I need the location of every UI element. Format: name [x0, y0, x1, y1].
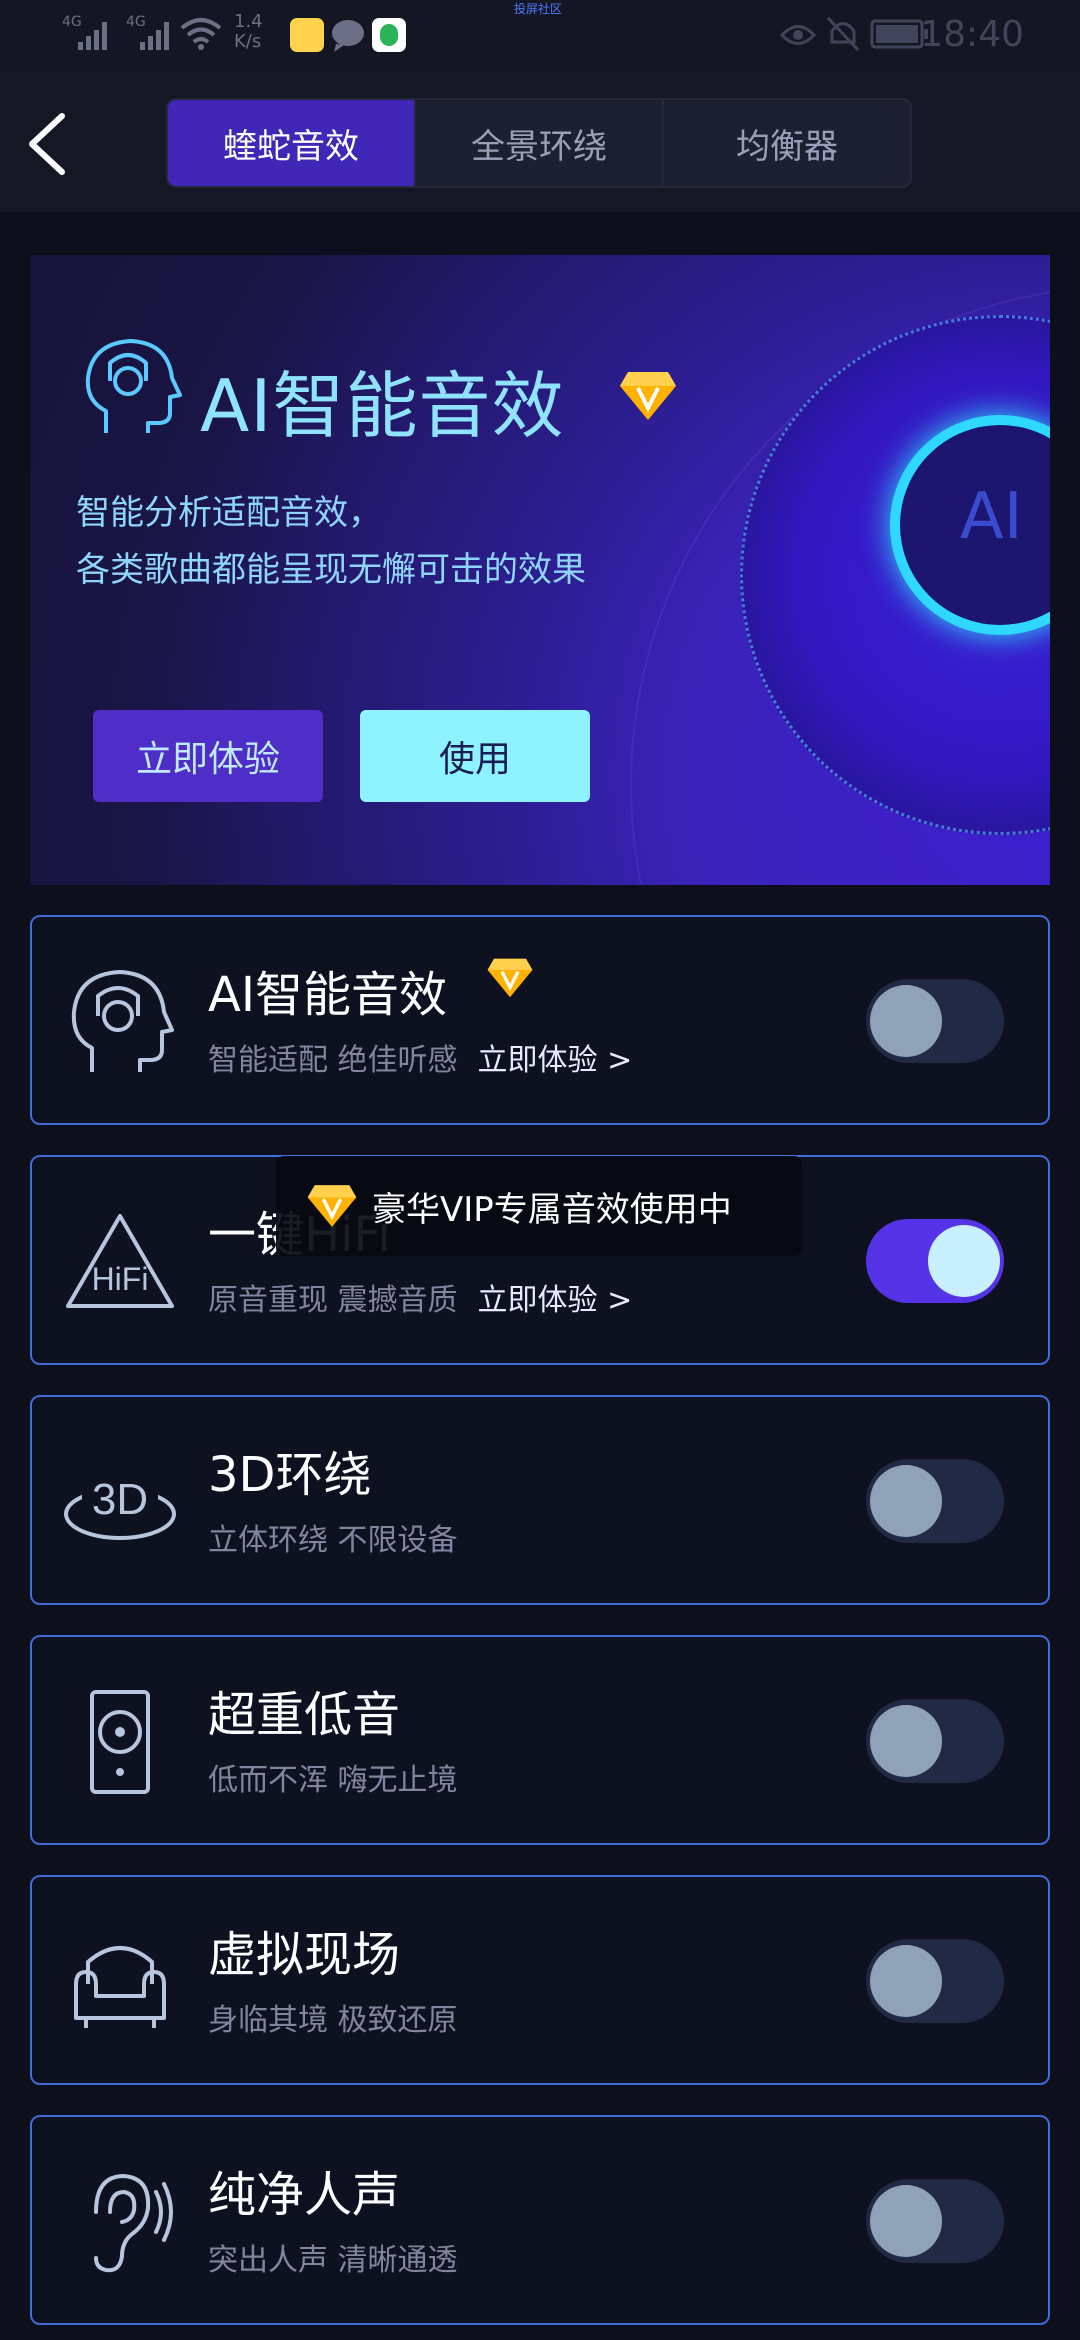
toggle-knob [870, 1705, 942, 1777]
ai-effect-banner: AI AI智能音效 智能分析适配音效， 各类歌曲都能呈现无懈可击的效果 立即体验… [30, 255, 1050, 885]
card-subtitle: 身临其境 极致还原 [208, 2003, 458, 2038]
card-title: 虚拟现场 [208, 1927, 401, 1983]
speed-value: 1.4 [234, 11, 263, 32]
signal-icon [78, 22, 107, 50]
effect-card-virtual-live[interactable]: 虚拟现场 身临其境 极致还原 [30, 1875, 1050, 2085]
card-subtitle: 立体环绕 不限设备 [208, 1523, 458, 1558]
card-subtitle: 突出人声 清晰通透 [208, 2243, 458, 2278]
effect-card-pure-vocals[interactable]: 纯净人声 突出人声 清晰通透 [30, 2115, 1050, 2325]
card-subtitle: 原音重现 震撼音质 立即体验 > [208, 1275, 632, 1319]
vip-diamond-icon [620, 372, 676, 420]
banner-title: AI智能音效 [200, 364, 565, 448]
card-title: 纯净人声 [208, 2167, 401, 2223]
3d-icon-text: 3D [92, 1475, 148, 1524]
notification-app-icon [372, 18, 406, 52]
toggle-switch[interactable] [866, 1699, 1004, 1783]
toggle-switch[interactable] [866, 1939, 1004, 2023]
tab-equalizer[interactable]: 均衡器 [664, 100, 910, 186]
card-subtitle: 低而不浑 嗨无止境 [208, 1763, 458, 1798]
card-title: 超重低音 [208, 1687, 401, 1743]
toggle-switch[interactable] [866, 2179, 1004, 2263]
top-note: 投屏社区 [514, 2, 563, 16]
orb-label: AI [960, 480, 1023, 554]
card-title: AI智能音效 [208, 967, 447, 1023]
vip-diamond-icon [487, 958, 533, 998]
hifi-icon: HiFi [66, 1214, 174, 1308]
card-subtitle-text: 原音重现 震撼音质 [208, 1283, 458, 1318]
sofa-icon [74, 1946, 166, 2028]
app-header: 蝰蛇音效 全景环绕 均衡器 [0, 72, 1080, 212]
banner-desc-line-1: 智能分析适配音效， [76, 493, 382, 533]
ai-head-icon [71, 970, 174, 1072]
vip-toast: 豪华VIP专属音效使用中 [276, 1156, 802, 1256]
toggle-knob [870, 985, 942, 1057]
toggle-knob [870, 1465, 942, 1537]
effect-card-ai[interactable]: AI智能音效 智能适配 绝佳听感 立即体验 > [30, 915, 1050, 1125]
tab-viper-effect[interactable]: 蝰蛇音效 [168, 100, 416, 186]
effect-tabs: 蝰蛇音效 全景环绕 均衡器 [166, 98, 912, 188]
3d-icon: 3D [64, 1468, 176, 1540]
try-now-button[interactable]: 立即体验 [93, 710, 323, 802]
effect-card-3d-surround[interactable]: 3D 3D环绕 立体环绕 不限设备 [30, 1395, 1050, 1605]
speaker-icon [90, 1690, 150, 1794]
eye-icon [780, 25, 816, 45]
toast-text: 豪华VIP专属音效使用中 [372, 1189, 732, 1230]
use-button[interactable]: 使用 [360, 710, 590, 802]
toggle-switch[interactable] [866, 1459, 1004, 1543]
wifi-icon [180, 18, 222, 50]
try-now-link[interactable]: 立即体验 > [478, 1283, 633, 1318]
notification-app-icon [290, 18, 324, 52]
signal-icon [140, 22, 169, 50]
chat-bubble-icon [332, 20, 364, 52]
ear-icon [94, 2173, 173, 2273]
try-now-link[interactable]: 立即体验 > [478, 1043, 633, 1078]
status-bar: 4G 4G 1.4 K/s 投屏社区 18:40 [0, 0, 1080, 72]
banner-desc-line-2: 各类歌曲都能呈现无懈可击的效果 [76, 550, 586, 590]
vip-diamond-icon [307, 1185, 357, 1227]
card-subtitle: 智能适配 绝佳听感 立即体验 > [208, 1035, 632, 1079]
toggle-knob [870, 1945, 942, 2017]
toggle-knob [928, 1225, 1000, 1297]
toggle-switch[interactable] [866, 1219, 1004, 1303]
hifi-icon-text: HiFi [92, 1261, 149, 1297]
ai-head-icon [85, 339, 182, 433]
back-arrow-icon[interactable] [22, 110, 78, 178]
clock: 18:40 [920, 14, 1024, 55]
toggle-knob [870, 2185, 942, 2257]
speed-unit: K/s [234, 31, 262, 52]
effect-card-super-bass[interactable]: 超重低音 低而不浑 嗨无止境 [30, 1635, 1050, 1845]
card-subtitle-text: 智能适配 绝佳听感 [208, 1043, 458, 1078]
tab-panoramic-surround[interactable]: 全景环绕 [416, 100, 664, 186]
network-speed: 1.4 K/s [234, 12, 263, 52]
toggle-switch[interactable] [866, 979, 1004, 1063]
mute-bell-icon [826, 16, 860, 52]
card-title: 3D环绕 [208, 1447, 372, 1503]
